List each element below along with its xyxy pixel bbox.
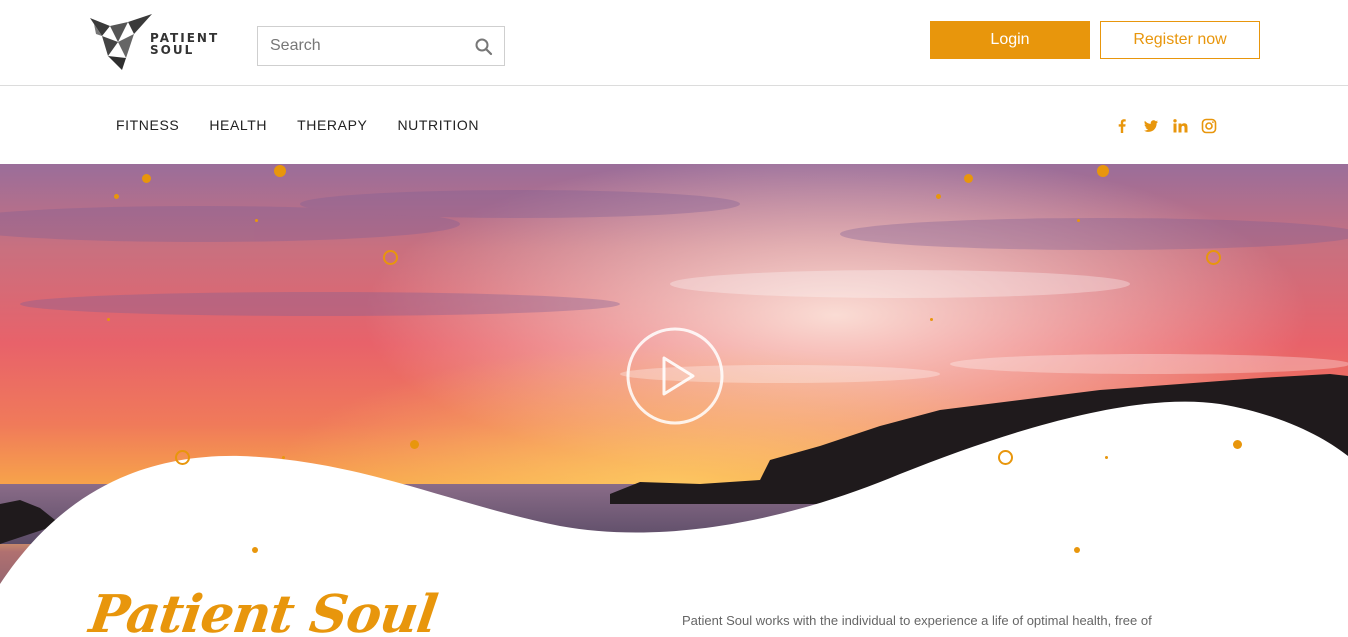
intro-text: Patient Soul works with the individual t… bbox=[682, 613, 1152, 628]
decorative-dot bbox=[936, 194, 941, 199]
decorative-ring bbox=[175, 450, 190, 465]
nav-item-therapy[interactable]: THERAPY bbox=[297, 117, 367, 133]
decorative-dot bbox=[410, 440, 419, 449]
linkedin-icon[interactable] bbox=[1170, 116, 1190, 136]
decorative-dot bbox=[255, 219, 258, 222]
top-header: PATIENT SOUL Login Register now bbox=[0, 0, 1348, 86]
search-input[interactable] bbox=[258, 27, 468, 65]
twitter-icon[interactable] bbox=[1141, 116, 1161, 136]
logo[interactable]: PATIENT SOUL bbox=[88, 12, 244, 72]
decorative-ring bbox=[383, 250, 398, 265]
social-links bbox=[1112, 116, 1228, 136]
decorative-dot bbox=[107, 318, 110, 321]
search-box bbox=[257, 26, 505, 66]
decorative-dot bbox=[1074, 547, 1080, 553]
decorative-dot bbox=[142, 174, 151, 183]
decorative-dot bbox=[282, 456, 285, 459]
nav-item-nutrition[interactable]: NUTRITION bbox=[397, 117, 479, 133]
hero-banner bbox=[0, 164, 1348, 637]
page-title: Patient Soul bbox=[85, 584, 441, 637]
decorative-dot bbox=[1097, 165, 1109, 177]
decorative-dot bbox=[1233, 440, 1242, 449]
decorative-ring bbox=[998, 450, 1013, 465]
facebook-icon[interactable] bbox=[1112, 116, 1132, 136]
decorative-ring bbox=[1206, 250, 1221, 265]
decorative-dot bbox=[1077, 219, 1080, 222]
bird-logo-icon bbox=[90, 14, 152, 70]
decorative-dot bbox=[964, 174, 973, 183]
instagram-icon[interactable] bbox=[1199, 116, 1219, 136]
logo-text-line2: SOUL bbox=[150, 43, 195, 57]
register-button[interactable]: Register now bbox=[1100, 21, 1260, 59]
decorative-dot bbox=[114, 194, 119, 199]
play-button[interactable] bbox=[626, 327, 724, 425]
decorative-dot bbox=[274, 165, 286, 177]
login-button[interactable]: Login bbox=[930, 21, 1090, 59]
decorative-dot bbox=[252, 547, 258, 553]
play-icon bbox=[626, 327, 724, 425]
nav-item-fitness[interactable]: FITNESS bbox=[116, 117, 179, 133]
main-nav-bar: FITNESS HEALTH THERAPY NUTRITION bbox=[0, 87, 1348, 164]
search-icon[interactable] bbox=[474, 37, 494, 57]
decorative-dot bbox=[930, 318, 933, 321]
logo-text: PATIENT SOUL bbox=[150, 32, 219, 56]
decorative-dot bbox=[1105, 456, 1108, 459]
nav-item-health[interactable]: HEALTH bbox=[209, 117, 267, 133]
main-nav: FITNESS HEALTH THERAPY NUTRITION bbox=[116, 117, 509, 133]
